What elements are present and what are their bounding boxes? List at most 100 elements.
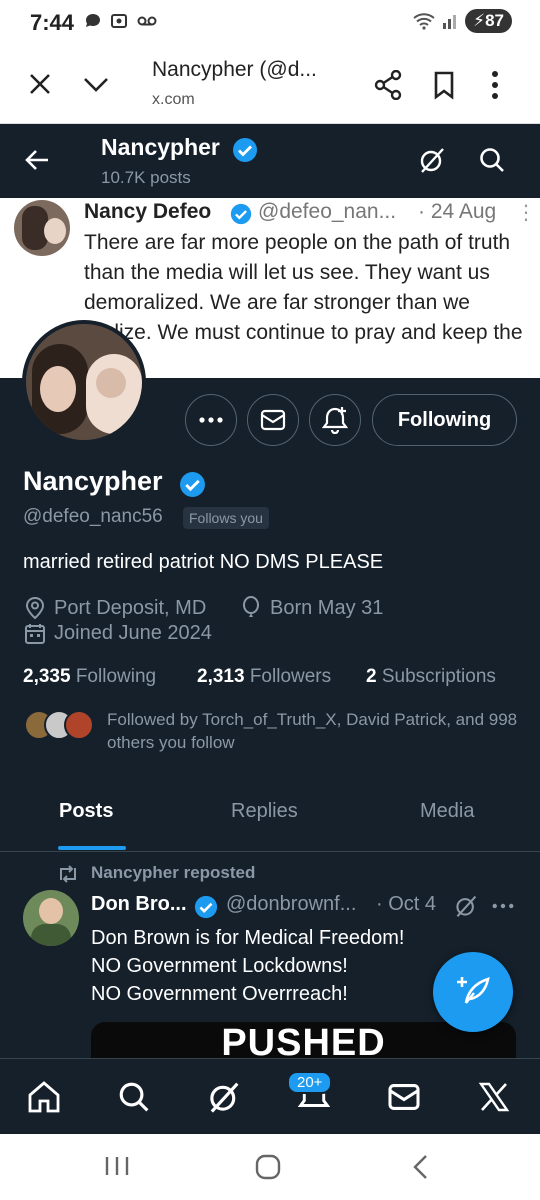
notifications-toggle-button[interactable] — [309, 394, 361, 446]
post-text: Don Brown is for Medical Freedom! NO Gov… — [91, 924, 404, 1008]
wifi-icon — [413, 13, 435, 30]
more-button[interactable] — [185, 394, 237, 446]
grok-icon — [210, 1082, 239, 1113]
profile-handle: @defeo_nanc56 — [23, 506, 163, 527]
battery-percent: 87 — [485, 11, 504, 30]
profile-avatar[interactable] — [22, 320, 146, 444]
tab-media[interactable]: Media — [420, 800, 474, 823]
post-line: NO Government Lockdowns! — [91, 955, 348, 977]
more-horizontal-icon — [199, 417, 223, 423]
profile-location: Port Deposit, MD — [24, 596, 206, 620]
nav-home[interactable] — [24, 1077, 64, 1117]
banner-quote-date: · 24 Aug — [418, 200, 497, 223]
followed-by-text[interactable]: Followed by Torch_of_Truth_X, David Patr… — [107, 708, 527, 754]
notifications-badge: 20+ — [287, 1071, 333, 1094]
status-bar: 7:44 ⚡87 — [0, 0, 540, 46]
status-time: 7:44 — [30, 10, 75, 35]
balloon-icon — [243, 596, 259, 617]
screenshot-icon — [111, 14, 128, 29]
close-icon[interactable] — [28, 72, 52, 96]
following-label: Following — [75, 666, 157, 687]
post-author-name[interactable]: Don Bro... — [91, 893, 187, 916]
verified-badge-icon — [194, 895, 218, 919]
recent-apps-icon[interactable] — [104, 1154, 130, 1178]
chat-bubble-icon — [86, 14, 100, 28]
feather-plus-icon — [457, 977, 490, 1004]
chevron-down-icon[interactable] — [82, 74, 110, 94]
nav-grok[interactable] — [204, 1077, 244, 1117]
nav-messages[interactable] — [384, 1077, 424, 1117]
header-name: Nancypher — [101, 134, 220, 160]
profile-name: Nancypher — [23, 466, 163, 496]
location-text: Port Deposit, MD — [54, 596, 207, 619]
subscriptions-label: Subscriptions — [381, 666, 496, 687]
following-stat[interactable]: 2,335 Following — [23, 666, 156, 688]
envelope-icon — [388, 1084, 420, 1110]
more-horizontal-icon[interactable] — [492, 902, 514, 910]
verified-badge-icon[interactable] — [179, 471, 206, 498]
joined-text: Joined June 2024 — [54, 622, 212, 644]
tab-replies[interactable]: Replies — [231, 800, 298, 823]
post-line: Don Brown is for Medical Freedom! — [91, 927, 405, 949]
profile-header-bar: Nancypher 10.7K posts — [0, 124, 540, 198]
back-arrow-icon[interactable] — [24, 148, 50, 172]
compose-post-button[interactable] — [433, 952, 513, 1032]
header-posts-count: 10.7K posts — [101, 168, 191, 187]
active-tab-indicator — [58, 846, 126, 850]
more-vertical-icon[interactable] — [490, 70, 500, 100]
following-count: 2,335 — [23, 666, 71, 687]
tab-posts[interactable]: Posts — [59, 800, 113, 823]
location-pin-icon — [25, 596, 45, 620]
home-icon — [28, 1081, 60, 1113]
grok-icon[interactable] — [454, 894, 478, 918]
post-author-handle[interactable]: @donbrownf... — [226, 893, 356, 916]
subscriptions-stat[interactable]: 2 Subscriptions — [366, 666, 496, 688]
profile-birthday: Born May 31 — [240, 596, 383, 620]
followers-count: 2,313 — [197, 666, 245, 687]
banner-quote-text: There are far more people on the path of… — [84, 231, 523, 374]
bookmark-icon[interactable] — [432, 70, 456, 100]
browser-domain[interactable]: x.com — [152, 91, 195, 109]
android-navigation-bar — [0, 1134, 540, 1200]
bottom-navigation: 20+ — [0, 1058, 540, 1134]
envelope-icon — [260, 409, 286, 431]
grok-icon[interactable] — [418, 146, 446, 174]
verified-badge-icon — [233, 138, 257, 162]
bell-plus-icon — [322, 407, 348, 434]
birthday-text: Born May 31 — [270, 596, 384, 619]
browser-page-title[interactable]: Nancypher (@d... — [152, 58, 317, 82]
search-icon[interactable] — [478, 146, 506, 174]
battery-level: ⚡87 — [465, 9, 512, 33]
message-button[interactable] — [247, 394, 299, 446]
profile-joined: Joined June 2024 — [24, 622, 212, 645]
signal-icon — [443, 15, 457, 29]
home-circle-icon[interactable] — [255, 1154, 281, 1180]
share-icon[interactable] — [374, 70, 402, 100]
x-logo-icon — [478, 1082, 510, 1112]
banner-quote-handle: @defeo_nan... — [258, 200, 397, 223]
tab-divider — [0, 851, 540, 852]
subscriptions-count: 2 — [366, 666, 377, 687]
profile-bio: married retired patriot NO DMS PLEASE — [23, 551, 384, 573]
nav-search[interactable] — [114, 1077, 154, 1117]
nav-x[interactable] — [474, 1077, 514, 1117]
browser-toolbar: Nancypher (@d... x.com — [0, 46, 540, 124]
verified-badge-icon — [230, 203, 252, 225]
search-icon — [119, 1082, 149, 1112]
banner-quote-avatar — [14, 200, 70, 256]
follows-you-badge: Follows you — [183, 507, 269, 529]
post-date[interactable]: · Oct 4 — [376, 893, 436, 916]
followers-stat[interactable]: 2,313 Followers — [197, 666, 331, 688]
repost-label: Nancypher reposted — [91, 863, 256, 882]
post-line: NO Government Overrreach! — [91, 983, 348, 1005]
back-chevron-icon[interactable] — [410, 1154, 430, 1180]
post-author-avatar[interactable] — [23, 890, 79, 946]
more-vertical-icon: ⋮ — [516, 202, 536, 224]
calendar-icon — [25, 623, 45, 644]
repost-icon — [60, 865, 76, 883]
notification-icons — [84, 12, 158, 30]
banner-quote-name: Nancy Defeo — [84, 200, 212, 223]
followed-by-avatars[interactable] — [24, 708, 94, 742]
following-button[interactable]: Following — [372, 394, 517, 446]
followers-label: Followers — [249, 666, 332, 687]
